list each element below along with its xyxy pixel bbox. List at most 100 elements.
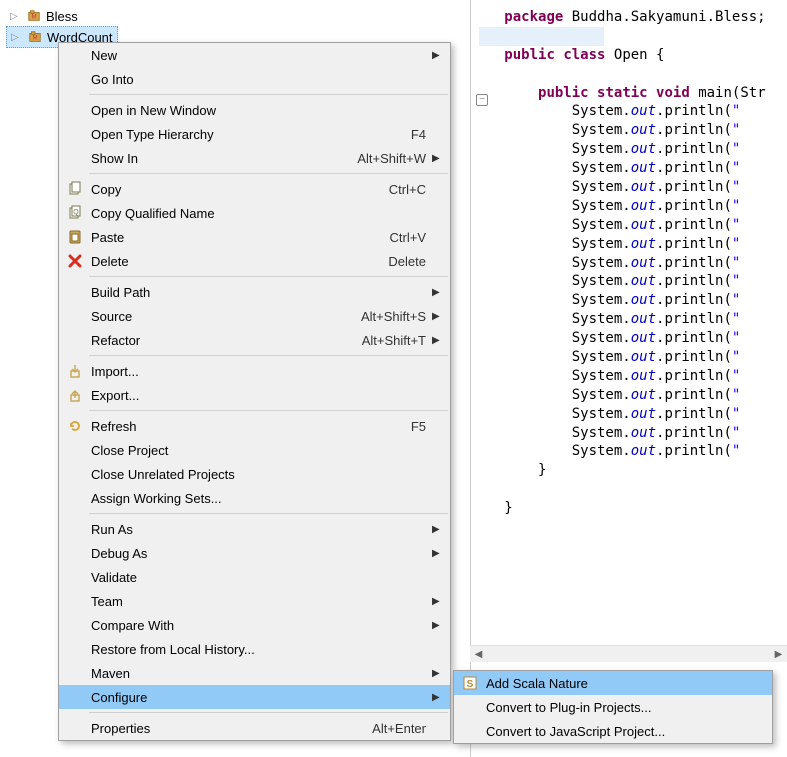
menu-shortcut: F5 [411, 419, 432, 434]
menu-item-compare-with[interactable]: Compare With▶ [59, 613, 450, 637]
menu-item-configure[interactable]: Configure▶ [59, 685, 450, 709]
menu-label: Validate [87, 570, 432, 585]
delete-icon [63, 253, 87, 269]
menu-label: Close Project [87, 443, 432, 458]
submenu-arrow-icon: ▶ [432, 620, 442, 631]
tree-item-bless[interactable]: ▷ M Bless [6, 6, 118, 26]
scala-icon: S [458, 675, 482, 691]
submenu-item-add-scala-nature[interactable]: S Add Scala Nature [454, 671, 772, 695]
menu-shortcut: Delete [388, 254, 432, 269]
menu-item-restore-from-local-history[interactable]: Restore from Local History... [59, 637, 450, 661]
menu-shortcut: Alt+Shift+T [362, 333, 432, 348]
menu-item-import[interactable]: Import... [59, 359, 450, 383]
menu-item-show-in[interactable]: Show InAlt+Shift+W▶ [59, 146, 450, 170]
menu-item-maven[interactable]: Maven▶ [59, 661, 450, 685]
menu-label: Delete [87, 254, 388, 269]
menu-label: Copy Qualified Name [87, 206, 432, 221]
submenu-label: Add Scala Nature [482, 676, 764, 691]
menu-item-open-in-new-window[interactable]: Open in New Window [59, 98, 450, 122]
paste-icon [63, 229, 87, 245]
menu-item-open-type-hierarchy[interactable]: Open Type HierarchyF4 [59, 122, 450, 146]
menu-item-source[interactable]: SourceAlt+Shift+S▶ [59, 304, 450, 328]
menu-label: Copy [87, 182, 389, 197]
menu-label: Debug As [87, 546, 432, 561]
menu-label: Refresh [87, 419, 411, 434]
submenu-arrow-icon: ▶ [432, 548, 442, 559]
menu-label: Refactor [87, 333, 362, 348]
menu-shortcut: Ctrl+V [390, 230, 432, 245]
submenu-arrow-icon: ▶ [432, 335, 442, 346]
menu-label: Build Path [87, 285, 432, 300]
menu-item-refactor[interactable]: RefactorAlt+Shift+T▶ [59, 328, 450, 352]
menu-label: Team [87, 594, 432, 609]
code-editor[interactable]: package Buddha.Sakyamuni.Bless; public c… [470, 0, 787, 757]
menu-label: Open in New Window [87, 103, 432, 118]
scroll-left-icon[interactable]: ◀ [470, 646, 487, 663]
menu-item-go-into[interactable]: Go Into [59, 67, 450, 91]
menu-item-new[interactable]: New▶ [59, 43, 450, 67]
menu-item-build-path[interactable]: Build Path▶ [59, 280, 450, 304]
menu-item-run-as[interactable]: Run As▶ [59, 517, 450, 541]
submenu-arrow-icon: ▶ [432, 50, 442, 61]
menu-separator [89, 276, 448, 277]
menu-label: Import... [87, 364, 432, 379]
menu-item-export[interactable]: Export... [59, 383, 450, 407]
menu-shortcut: F4 [411, 127, 432, 142]
menu-separator [89, 173, 448, 174]
scroll-right-icon[interactable]: ▶ [770, 646, 787, 663]
menu-item-copy-qualified-name[interactable]: Q Copy Qualified Name [59, 201, 450, 225]
menu-label: Assign Working Sets... [87, 491, 432, 506]
menu-item-assign-working-sets[interactable]: Assign Working Sets... [59, 486, 450, 510]
submenu-item-convert-to-plug-in-projects[interactable]: Convert to Plug-in Projects... [454, 695, 772, 719]
submenu-arrow-icon: ▶ [432, 668, 442, 679]
menu-separator [89, 513, 448, 514]
import-icon [63, 363, 87, 379]
submenu-arrow-icon: ▶ [432, 311, 442, 322]
menu-label: Source [87, 309, 361, 324]
menu-item-delete[interactable]: DeleteDelete [59, 249, 450, 273]
submenu-arrow-icon: ▶ [432, 524, 442, 535]
menu-label: Open Type Hierarchy [87, 127, 411, 142]
menu-label: Maven [87, 666, 432, 681]
copyq-icon: Q [63, 205, 87, 221]
menu-item-validate[interactable]: Validate [59, 565, 450, 589]
menu-item-refresh[interactable]: RefreshF5 [59, 414, 450, 438]
menu-label: Compare With [87, 618, 432, 633]
menu-item-debug-as[interactable]: Debug As▶ [59, 541, 450, 565]
expand-arrow-icon[interactable]: ▷ [10, 11, 22, 22]
menu-separator [89, 410, 448, 411]
menu-item-paste[interactable]: PasteCtrl+V [59, 225, 450, 249]
menu-label: Go Into [87, 72, 432, 87]
menu-shortcut: Alt+Enter [372, 721, 432, 736]
configure-submenu: S Add Scala Nature Convert to Plug-in Proj… [453, 670, 773, 744]
menu-item-copy[interactable]: CopyCtrl+C [59, 177, 450, 201]
svg-text:M: M [32, 35, 37, 42]
menu-item-close-project[interactable]: Close Project [59, 438, 450, 462]
menu-shortcut: Ctrl+C [389, 182, 432, 197]
horizontal-scrollbar[interactable]: ◀ ▶ [470, 645, 787, 662]
fold-minus-icon[interactable]: − [476, 94, 488, 106]
menu-label: Export... [87, 388, 432, 403]
menu-item-team[interactable]: Team▶ [59, 589, 450, 613]
submenu-item-convert-to-javascript-project[interactable]: Convert to JavaScript Project... [454, 719, 772, 743]
menu-label: New [87, 48, 432, 63]
svg-text:M: M [31, 14, 36, 21]
menu-label: Run As [87, 522, 432, 537]
svg-text:Q: Q [73, 209, 79, 216]
menu-shortcut: Alt+Shift+S [361, 309, 432, 324]
menu-item-close-unrelated-projects[interactable]: Close Unrelated Projects [59, 462, 450, 486]
export-icon [63, 387, 87, 403]
expand-arrow-icon[interactable]: ▷ [11, 32, 23, 43]
context-menu: New▶Go IntoOpen in New WindowOpen Type H… [58, 42, 451, 741]
menu-separator [89, 94, 448, 95]
menu-label: Restore from Local History... [87, 642, 432, 657]
submenu-label: Convert to Plug-in Projects... [482, 700, 764, 715]
tree-label: Bless [46, 9, 78, 24]
refresh-icon [63, 418, 87, 434]
menu-label: Properties [87, 721, 372, 736]
submenu-arrow-icon: ▶ [432, 287, 442, 298]
menu-shortcut: Alt+Shift+W [357, 151, 432, 166]
submenu-arrow-icon: ▶ [432, 596, 442, 607]
menu-item-properties[interactable]: PropertiesAlt+Enter [59, 716, 450, 740]
svg-text:S: S [467, 679, 474, 690]
